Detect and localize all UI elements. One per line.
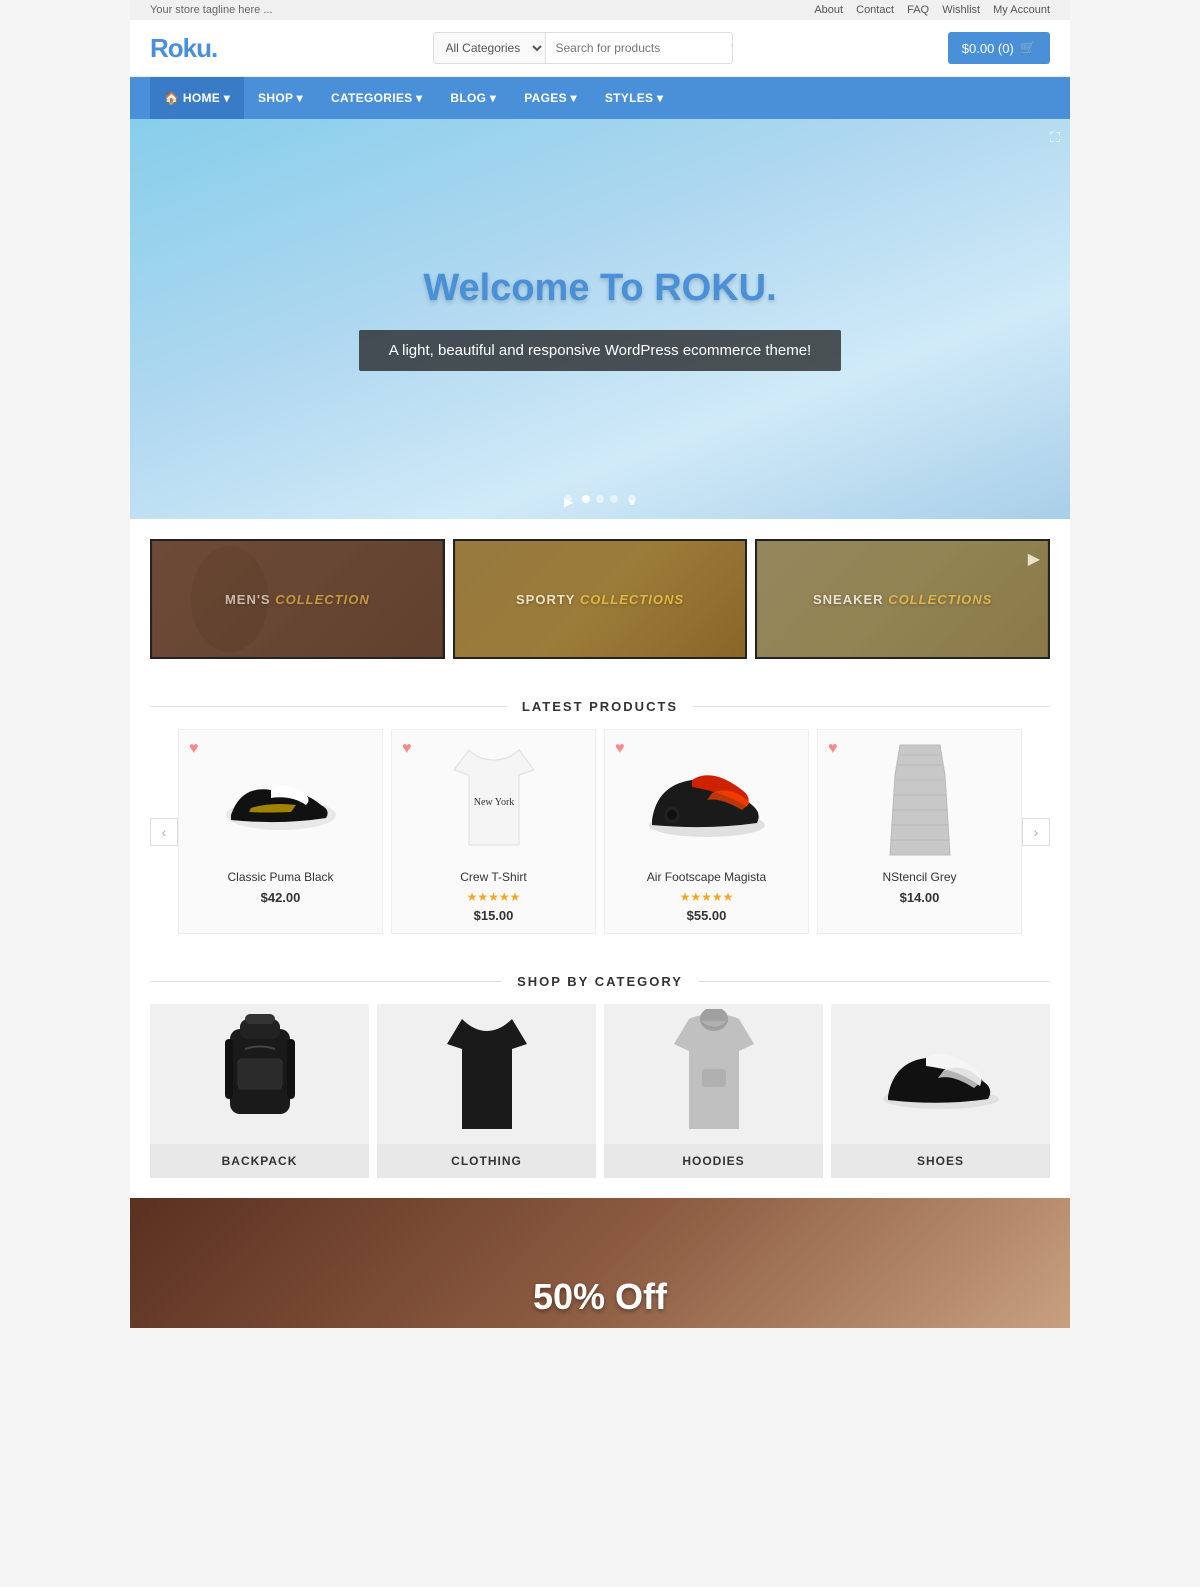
svg-text:New York: New York (473, 797, 514, 808)
nike-svg (642, 755, 772, 845)
hero-dot-3[interactable] (610, 495, 618, 503)
product-price-1: $42.00 (189, 890, 372, 905)
product-image-1 (189, 740, 372, 860)
hero-title: Welcome To ROKU. (423, 267, 776, 310)
sneaker-bg-image (757, 541, 1048, 657)
collection-sporty[interactable]: SPORTY COLLECTIONS (453, 539, 748, 659)
main-nav: 🏠 HOME ▾ SHOP ▾ CATEGORIES ▾ BLOG ▾ PAGE… (130, 77, 1070, 119)
shoes-image (831, 1004, 1050, 1144)
products-grid: ♥ Classic Puma Black $42.00 ♥ (178, 729, 1022, 934)
product-name-2: Crew T-Shirt (402, 870, 585, 884)
collection-sneaker[interactable]: SNEAKER COLLECTIONS ▶ (755, 539, 1050, 659)
search-button[interactable]: 🔍 (721, 33, 733, 63)
contact-link[interactable]: Contact (856, 4, 894, 16)
hero-arrow[interactable]: ▶ (564, 495, 572, 503)
dress-svg (880, 740, 960, 860)
fullscreen-icon[interactable]: ⛶ (1050, 129, 1060, 146)
cart-icon: 🛒 (1020, 40, 1036, 56)
faq-link[interactable]: FAQ (907, 4, 929, 16)
search-bar: All Categories 🔍 (433, 32, 733, 64)
tshirt-svg: New York (449, 745, 539, 855)
product-card-4: ♥ NStencil Grey $14.00 (817, 729, 1022, 934)
my-account-link[interactable]: My Account (993, 4, 1050, 16)
hero-dot-1[interactable] (582, 495, 590, 503)
shoes-label: SHOES (831, 1144, 1050, 1178)
product-price-2: $15.00 (402, 908, 585, 923)
product-price-4: $14.00 (828, 890, 1011, 905)
logo-dot: . (211, 33, 217, 63)
product-image-4 (828, 740, 1011, 860)
product-stars-3: ★★★★★ (615, 890, 798, 904)
product-image-3 (615, 740, 798, 860)
wishlist-icon-1[interactable]: ♥ (189, 740, 199, 758)
nav-home[interactable]: 🏠 HOME ▾ (150, 77, 244, 119)
products-carousel: ‹ ♥ Classic Puma Black $42.00 (150, 729, 1050, 934)
product-image-2: New York (402, 740, 585, 860)
category-select[interactable]: All Categories (434, 33, 546, 63)
product-name-3: Air Footscape Magista (615, 870, 798, 884)
cart-label: $0.00 (0) (962, 41, 1014, 56)
hero-section: ⛶ Welcome To ROKU. A light, beautiful an… (130, 119, 1070, 519)
top-bar-links: About Contact FAQ Wishlist My Account (804, 4, 1050, 16)
shoes-svg (876, 1034, 1006, 1114)
backpack-svg (210, 1009, 310, 1139)
nav-blog[interactable]: BLOG ▾ (436, 77, 510, 119)
wishlist-icon-4[interactable]: ♥ (828, 740, 838, 758)
wishlist-icon-3[interactable]: ♥ (615, 740, 625, 758)
hero-dots: ▶ ⏸ (564, 495, 636, 503)
mens-bg-image (152, 541, 443, 657)
wishlist-icon-2[interactable]: ♥ (402, 740, 412, 758)
collections-section: MEN'S COLLECTION SPORTY COLLECTIONS SNEA… (130, 519, 1070, 679)
category-backpack[interactable]: BACKPACK (150, 1004, 369, 1178)
header: Roku. All Categories 🔍 $0.00 (0) 🛒 (130, 20, 1070, 77)
latest-products-section: LATEST PRODUCTS ‹ ♥ Classic Puma Black $… (130, 679, 1070, 954)
product-stars-2: ★★★★★ (402, 890, 585, 904)
product-name-4: NStencil Grey (828, 870, 1011, 884)
category-clothing[interactable]: CLOTHING (377, 1004, 596, 1178)
hero-subtitle: A light, beautiful and responsive WordPr… (359, 330, 841, 371)
latest-products-title: LATEST PRODUCTS (150, 679, 1050, 729)
hoodies-label: HOODIES (604, 1144, 823, 1178)
carousel-next[interactable]: › (1022, 818, 1050, 846)
logo-text: Roku (150, 33, 211, 63)
category-hoodies[interactable]: HOODIES (604, 1004, 823, 1178)
nav-styles[interactable]: STYLES ▾ (591, 77, 677, 119)
backpack-label: BACKPACK (150, 1144, 369, 1178)
product-price-3: $55.00 (615, 908, 798, 923)
about-link[interactable]: About (814, 4, 843, 16)
hoodies-image (604, 1004, 823, 1144)
product-card-2: ♥ New York Crew T-Shirt ★★★★★ $15.00 (391, 729, 596, 934)
logo: Roku. (150, 33, 217, 64)
search-input[interactable] (546, 34, 721, 62)
product-card-3: ♥ Air Footscape Magista ★★★★★ $55.00 (604, 729, 809, 934)
product-name-1: Classic Puma Black (189, 870, 372, 884)
wishlist-link[interactable]: Wishlist (942, 4, 980, 16)
top-bar: Your store tagline here ... About Contac… (130, 0, 1070, 20)
clothing-svg (437, 1009, 537, 1139)
promo-text: 50% Off (533, 1276, 667, 1318)
backpack-image (150, 1004, 369, 1144)
hoodie-svg (664, 1009, 764, 1139)
cart-button[interactable]: $0.00 (0) 🛒 (948, 32, 1050, 64)
carousel-prev[interactable]: ‹ (150, 818, 178, 846)
hero-dot-2[interactable] (596, 495, 604, 503)
nav-categories[interactable]: CATEGORIES ▾ (317, 77, 436, 119)
sporty-bg-image (455, 541, 746, 657)
categories-grid: BACKPACK CLOTHING HOODIES (150, 1004, 1050, 1178)
collection-mens[interactable]: MEN'S COLLECTION (150, 539, 445, 659)
clothing-label: CLOTHING (377, 1144, 596, 1178)
nav-shop[interactable]: SHOP ▾ (244, 77, 317, 119)
clothing-image (377, 1004, 596, 1144)
product-card-1: ♥ Classic Puma Black $42.00 (178, 729, 383, 934)
nav-pages[interactable]: PAGES ▾ (510, 77, 591, 119)
shop-by-category-title: SHOP BY CATEGORY (150, 954, 1050, 1004)
tagline: Your store tagline here ... (150, 4, 273, 16)
shop-by-category-section: SHOP BY CATEGORY BACKPACK (130, 954, 1070, 1198)
hero-pause[interactable]: ⏸ (628, 495, 636, 503)
footer-promo: 50% Off (130, 1198, 1070, 1328)
category-shoes[interactable]: SHOES (831, 1004, 1050, 1178)
puma-shoe-svg (221, 760, 341, 840)
